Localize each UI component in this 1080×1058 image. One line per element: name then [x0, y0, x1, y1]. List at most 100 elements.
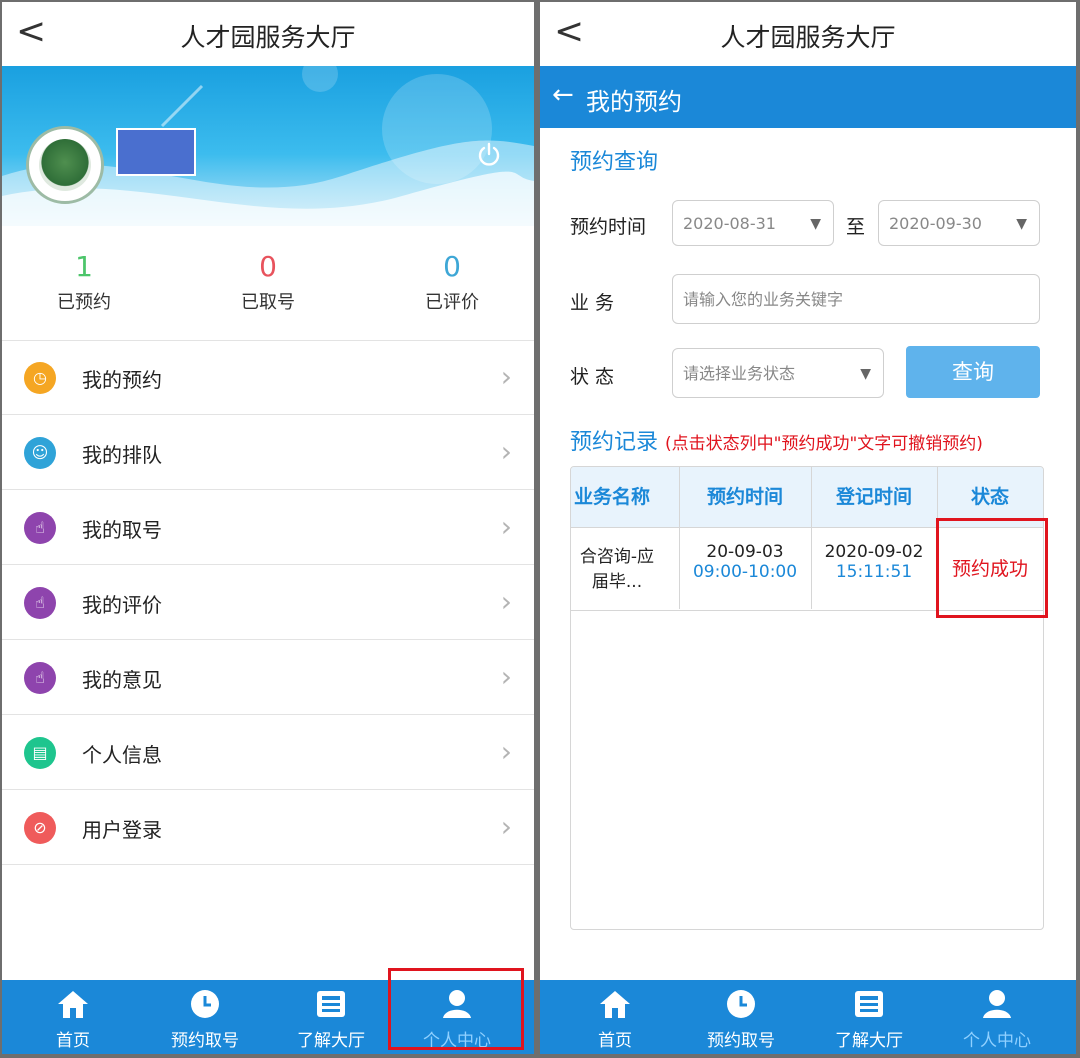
- query-button[interactable]: 查询: [906, 346, 1040, 398]
- caret-down-icon: ▼: [810, 216, 821, 232]
- menu-item-user-login[interactable]: ⊘ 用户登录 ›: [2, 790, 534, 865]
- highlight-box: [936, 518, 1048, 618]
- tab-label: 了解大厅: [835, 1031, 903, 1051]
- tab-label: 首页: [56, 1031, 90, 1051]
- compass-icon: ⊘: [24, 812, 56, 844]
- cell-line: 合咨询-应: [579, 547, 655, 567]
- query-section-title: 预约查询: [570, 150, 659, 175]
- tab-label: 预约取号: [171, 1031, 239, 1051]
- cell-line: 20-09-03: [706, 542, 784, 562]
- menu-item-label: 我的取号: [82, 518, 162, 542]
- date-from-select[interactable]: 2020-08-31 ▼: [672, 200, 834, 246]
- menu-item-label: 个人信息: [82, 743, 162, 767]
- page-title: 人才园服务大厅: [720, 23, 896, 52]
- stats-row: 1 已预约 0 已取号 0 已评价: [2, 226, 534, 341]
- menu-item-my-appointments[interactable]: ◷ 我的预约 ›: [2, 340, 534, 415]
- tree-logo-icon: [39, 139, 91, 191]
- records-header: 预约记录 (点击状态列中"预约成功"文字可撤销预约): [570, 424, 983, 456]
- service-input[interactable]: 请输入您的业务关键字: [672, 274, 1040, 324]
- tab-about-hall[interactable]: 了解大厅: [276, 980, 386, 1054]
- chevron-right-icon: ›: [500, 585, 512, 618]
- menu-list: ◷ 我的预约 › ☺ 我的排队 › ☝ 我的取号 › ☝ 我的评价 › ☝ 我的意见 › ▤ 个人信息…: [2, 340, 534, 865]
- stat-booked[interactable]: 1 已预约: [24, 250, 144, 314]
- menu-item-my-feedback[interactable]: ☝ 我的意见 ›: [2, 640, 534, 715]
- tap-icon: ☝: [24, 662, 56, 694]
- menu-item-my-queue[interactable]: ☺ 我的排队 ›: [2, 415, 534, 490]
- highlight-box: [388, 968, 524, 1050]
- tab-home[interactable]: 首页: [18, 980, 128, 1054]
- profile-banner: [2, 66, 534, 226]
- people-icon: ☺: [24, 437, 56, 469]
- menu-item-my-tickets[interactable]: ☝ 我的取号 ›: [2, 490, 534, 565]
- menu-item-personal-info[interactable]: ▤ 个人信息 ›: [2, 715, 534, 790]
- home-icon: [600, 991, 630, 1018]
- page-title: 人才园服务大厅: [180, 23, 356, 52]
- tab-personal-center[interactable]: 个人中心: [942, 980, 1052, 1054]
- right-screen: < 人才园服务大厅 ← 我的预约 预约查询 预约时间 2020-08-31 ▼ …: [540, 2, 1076, 1054]
- power-icon[interactable]: [476, 142, 502, 168]
- stat-ticket[interactable]: 0 已取号: [208, 250, 328, 314]
- time-label: 预约时间: [570, 216, 647, 238]
- menu-item-label: 我的评价: [82, 593, 162, 617]
- stat-label: 已预约: [57, 292, 111, 313]
- status-placeholder: 请选择业务状态: [683, 364, 796, 383]
- cell-line: 09:00-10:00: [692, 562, 798, 582]
- cell-register-time: 2020-09-02 15:11:51: [811, 528, 937, 610]
- tap-icon: ☝: [24, 512, 56, 544]
- tab-label: 个人中心: [963, 1031, 1031, 1051]
- tab-booking[interactable]: 预约取号: [686, 980, 796, 1054]
- avatar[interactable]: [26, 126, 104, 204]
- back-arrow-icon[interactable]: ←: [552, 80, 574, 110]
- column-header: 登记时间: [835, 486, 912, 508]
- date-to-select[interactable]: 2020-09-30 ▼: [878, 200, 1040, 246]
- to-label: 至: [846, 216, 866, 238]
- stat-value: 0: [443, 250, 461, 283]
- tab-home[interactable]: 首页: [560, 980, 670, 1054]
- sub-header: ← 我的预约: [540, 66, 1076, 128]
- menu-item-my-reviews[interactable]: ☝ 我的评价 ›: [2, 565, 534, 640]
- news-icon: [317, 991, 345, 1017]
- tab-label: 了解大厅: [297, 1031, 365, 1051]
- cell-line: 届毕...: [591, 572, 643, 592]
- status-label: 状 态: [570, 366, 615, 388]
- chevron-right-icon: ›: [500, 810, 512, 843]
- menu-item-label: 我的预约: [82, 368, 162, 392]
- menu-item-label: 我的排队: [82, 443, 162, 467]
- news-icon: [855, 991, 883, 1017]
- chevron-right-icon: ›: [500, 510, 512, 543]
- status-select[interactable]: 请选择业务状态 ▼: [672, 348, 884, 398]
- chevron-right-icon: ›: [500, 435, 512, 468]
- document-icon: ▤: [24, 737, 56, 769]
- clock-icon: [727, 990, 755, 1018]
- chevron-right-icon: ›: [500, 660, 512, 693]
- stat-value: 1: [75, 250, 93, 283]
- caret-down-icon: ▼: [1016, 216, 1027, 232]
- stat-rated[interactable]: 0 已评价: [392, 250, 512, 314]
- tap-icon: ☝: [24, 587, 56, 619]
- tab-label: 预约取号: [707, 1031, 775, 1051]
- left-screen: < 人才园服务大厅 1 已预约 0 已取号 0 已评价 ◷ 我的预约 › ☺ 我…: [2, 2, 534, 1054]
- stat-label: 已评价: [425, 292, 479, 313]
- bottom-tab-bar: 首页 预约取号 了解大厅 个人中心: [540, 980, 1076, 1054]
- clock-icon: ◷: [24, 362, 56, 394]
- date-from-value: 2020-08-31: [683, 214, 776, 233]
- records-title: 预约记录: [570, 430, 659, 455]
- menu-item-label: 用户登录: [82, 818, 162, 842]
- date-to-value: 2020-09-30: [889, 214, 982, 233]
- home-icon: [58, 991, 88, 1018]
- column-header: 业务名称: [573, 486, 650, 508]
- tab-booking[interactable]: 预约取号: [150, 980, 260, 1054]
- service-placeholder: 请输入您的业务关键字: [683, 290, 844, 309]
- sub-header-title: 我的预约: [586, 88, 682, 116]
- top-nav: < 人才园服务大厅: [2, 2, 534, 67]
- records-note: (点击状态列中"预约成功"文字可撤销预约): [665, 434, 983, 454]
- cell-service-name: 合咨询-应 届毕...: [571, 528, 673, 610]
- chevron-right-icon: ›: [500, 360, 512, 393]
- column-header: 预约时间: [706, 486, 783, 508]
- cell-line: 2020-09-02: [824, 542, 924, 562]
- chevron-right-icon: ›: [500, 735, 512, 768]
- cell-line: 15:11:51: [835, 562, 913, 582]
- tab-about-hall[interactable]: 了解大厅: [814, 980, 924, 1054]
- username-box: [116, 128, 196, 176]
- stat-value: 0: [259, 250, 277, 283]
